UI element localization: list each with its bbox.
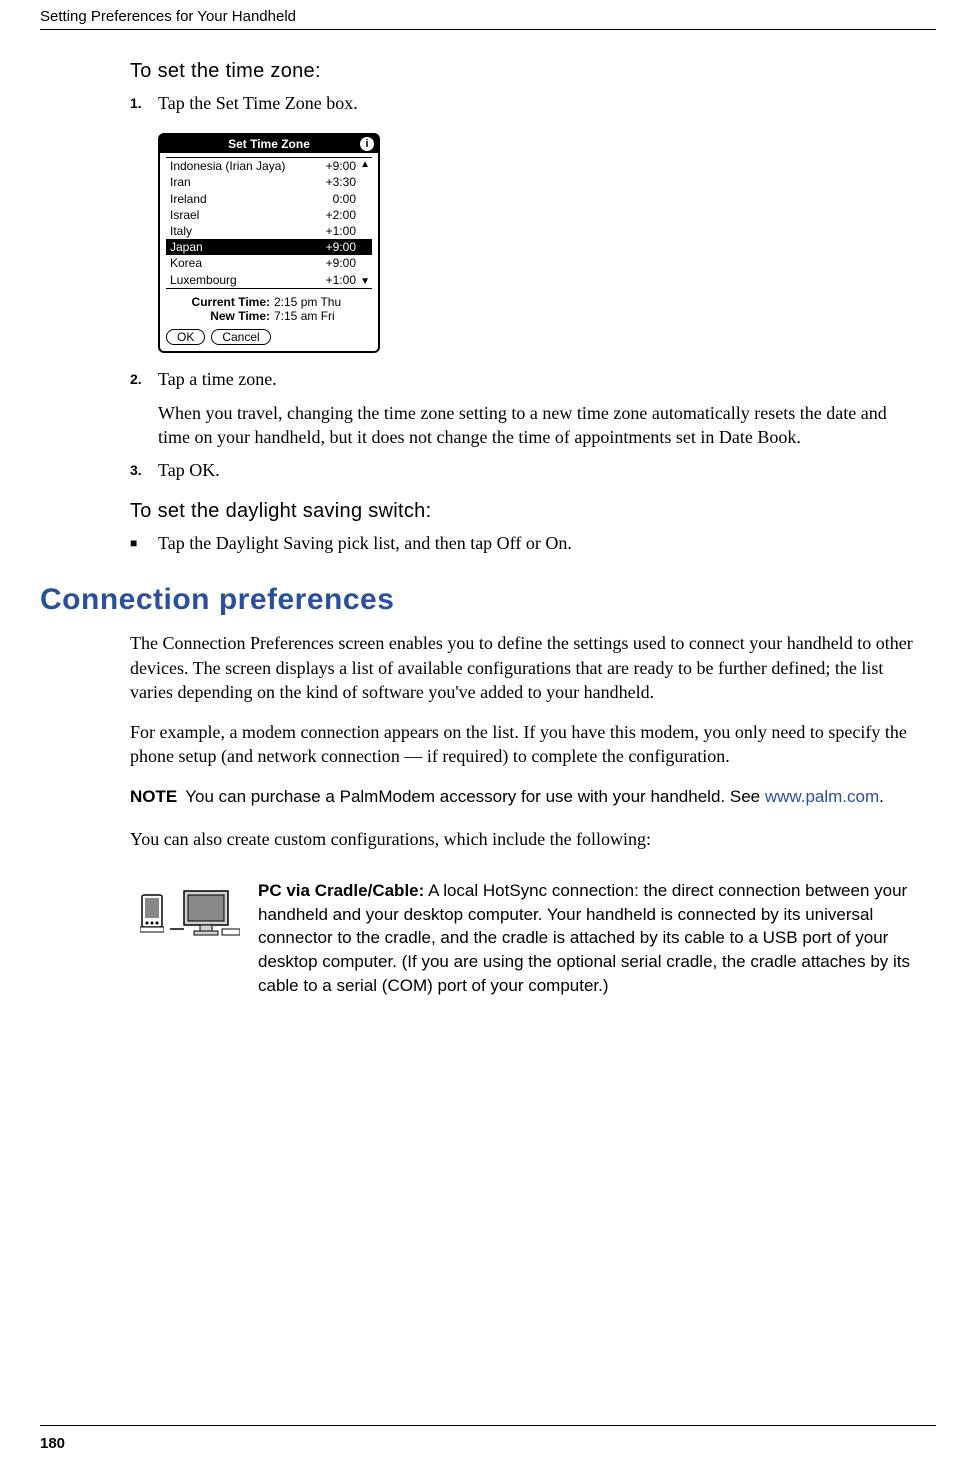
step-1: 1. Tap the Set Time Zone box. [130, 91, 916, 115]
tz-offset: +9:00 [326, 255, 356, 271]
list-item[interactable]: Italy +1:00 [166, 223, 372, 239]
step-1-text: Tap the Set Time Zone box. [158, 93, 358, 113]
note-block: NOTE You can purchase a PalmModem accesso… [130, 785, 916, 809]
set-time-zone-dialog: Set Time Zone i ▲ Indonesia (Irian Jaya)… [158, 133, 380, 353]
page-number: 180 [40, 1435, 65, 1452]
conn-paragraph-2: For example, a modem connection appears … [130, 720, 916, 769]
list-item[interactable]: Indonesia (Irian Jaya) +9:00 [166, 158, 372, 174]
tz-name: Ireland [170, 191, 207, 207]
current-time-label: Current Time: [174, 295, 270, 309]
heading-connection-preferences: Connection preferences [40, 583, 916, 617]
new-time-label: New Time: [174, 309, 270, 323]
note-label: NOTE [130, 787, 177, 806]
step-3-number: 3. [130, 458, 158, 482]
tz-offset: +2:00 [326, 207, 356, 223]
list-item-selected[interactable]: Japan +9:00 [166, 239, 372, 255]
time-readout: Current Time: 2:15 pm Thu New Time: 7:15… [160, 291, 378, 325]
dialog-titlebar: Set Time Zone i [160, 135, 378, 153]
list-item[interactable]: Ireland 0:00 [166, 191, 372, 207]
monitor-icon [170, 889, 240, 937]
step-2-number: 2. [130, 367, 158, 450]
list-item[interactable]: Luxembourg +1:00 [166, 272, 372, 288]
tz-name: Luxembourg [170, 272, 237, 288]
tz-offset: +1:00 [326, 272, 356, 288]
info-icon[interactable]: i [360, 137, 374, 151]
conn-paragraph-1: The Connection Preferences screen enable… [130, 631, 916, 704]
list-item[interactable]: Iran +3:30 [166, 174, 372, 190]
new-time-value: 7:15 am Fri [274, 309, 335, 323]
scroll-up-icon[interactable]: ▲ [360, 159, 370, 170]
tz-name: Japan [170, 239, 203, 255]
step-2: 2. Tap a time zone. When you travel, cha… [130, 367, 916, 450]
tz-offset: 0:00 [333, 191, 356, 207]
step-3-text: Tap OK. [158, 460, 220, 480]
dst-bullet: ■ Tap the Daylight Saving pick list, and… [130, 531, 916, 555]
tz-offset: +9:00 [326, 239, 356, 255]
header-rule [40, 29, 936, 30]
heading-set-time-zone: To set the time zone: [130, 60, 916, 83]
step-3: 3. Tap OK. [130, 458, 916, 482]
cancel-button[interactable]: Cancel [211, 329, 270, 345]
heading-dst: To set the daylight saving switch: [130, 500, 916, 523]
tz-name: Israel [170, 207, 199, 223]
list-item[interactable]: Israel +2:00 [166, 207, 372, 223]
note-text-after: . [879, 787, 884, 806]
dialog-title: Set Time Zone [228, 137, 310, 151]
conn-item-label: PC via Cradle/Cable: [258, 881, 424, 900]
running-header: Setting Preferences for Your Handheld [40, 8, 296, 25]
current-time-value: 2:15 pm Thu [274, 295, 341, 309]
time-zone-list[interactable]: ▲ Indonesia (Irian Jaya)+9:00 Iran+3:30 … [166, 157, 372, 289]
dst-bullet-text: Tap the Daylight Saving pick list, and t… [158, 531, 572, 555]
ok-button[interactable]: OK [166, 329, 205, 345]
palm-link[interactable]: www.palm.com [765, 787, 879, 806]
tz-offset: +9:00 [326, 158, 356, 174]
note-text-before: You can purchase a PalmModem accessory f… [185, 787, 765, 806]
step-1-number: 1. [130, 91, 158, 115]
footer-rule [40, 1425, 936, 1426]
tz-name: Italy [170, 223, 192, 239]
step-2-detail: When you travel, changing the time zone … [158, 401, 916, 450]
step-2-text: Tap a time zone. [158, 369, 277, 389]
tz-offset: +3:30 [326, 174, 356, 190]
tz-name: Korea [170, 255, 202, 271]
square-bullet-icon: ■ [130, 531, 158, 555]
list-item[interactable]: Korea +9:00 [166, 255, 372, 271]
connection-description: PC via Cradle/Cable: A local HotSync con… [130, 879, 916, 998]
tz-name: Indonesia (Irian Jaya) [170, 158, 285, 174]
handheld-icon [140, 893, 164, 933]
tz-offset: +1:00 [326, 223, 356, 239]
tz-name: Iran [170, 174, 191, 190]
cradle-cable-icon [130, 879, 250, 937]
conn-paragraph-3: You can also create custom configuration… [130, 827, 916, 851]
scroll-down-icon[interactable]: ▼ [360, 276, 370, 287]
